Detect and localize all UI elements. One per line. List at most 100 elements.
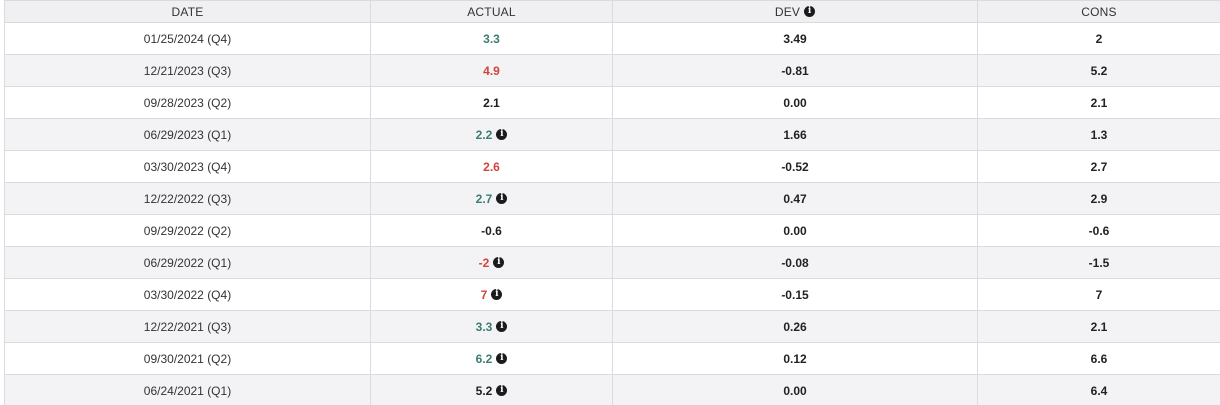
release-date: 06/29/2023 (Q1): [143, 127, 232, 142]
column-header-actual[interactable]: ACTUAL: [370, 0, 613, 23]
date-cell: 06/24/2021 (Q1): [4, 374, 371, 405]
info-icon[interactable]: i: [496, 385, 508, 397]
actual-value: 2.1: [483, 95, 500, 110]
date-cell: 09/29/2022 (Q2): [4, 214, 371, 247]
release-date: 12/22/2021 (Q3): [143, 319, 232, 334]
actual-value-wrap: 7i: [481, 288, 503, 302]
cons-cell: 2.1: [977, 310, 1220, 343]
table-row[interactable]: 12/22/2022 (Q3) 2.7 i 0.47 2.9: [4, 182, 1220, 215]
deviation-value: 0.12: [783, 351, 807, 366]
actual-value-wrap: 3.3 i: [476, 320, 508, 334]
date-cell: 12/22/2022 (Q3): [4, 182, 371, 215]
deviation-value: 0.00: [783, 383, 807, 398]
table-row[interactable]: 09/29/2022 (Q2) -0.6 0.00 -0.6: [4, 214, 1220, 247]
cons-cell: 7: [977, 278, 1220, 311]
actual-value-wrap: 2.1: [483, 96, 500, 110]
consensus-value: 1.3: [1090, 127, 1108, 142]
cons-cell: 2: [977, 22, 1220, 55]
table-header: DATE ACTUAL DEV i CONS: [4, 0, 1220, 23]
info-icon[interactable]: i: [804, 6, 816, 18]
table-row[interactable]: 12/22/2021 (Q3) 3.3 i 0.26 2.1: [4, 310, 1220, 343]
table-row[interactable]: 01/25/2024 (Q4) 3.3 3.49 2: [4, 22, 1220, 55]
table-row[interactable]: 03/30/2023 (Q4) 2.6 -0.52 2.7: [4, 150, 1220, 183]
actual-cell: 2.6: [370, 150, 613, 183]
actual-value-wrap: 6.2 i: [476, 352, 508, 366]
actual-cell: 2.2 i: [370, 118, 613, 151]
consensus-value: 2.1: [1090, 319, 1108, 334]
table-row[interactable]: 03/30/2022 (Q4) 7 i -0.15 7: [4, 278, 1220, 311]
cons-cell: -1.5: [977, 246, 1220, 279]
table-row[interactable]: 06/24/2021 (Q1) 5.2 i 0.00 6.4: [4, 374, 1220, 405]
dev-cell: -0.52: [612, 150, 978, 183]
actual-cell: 7i: [370, 278, 613, 311]
actual-value: 5.2: [475, 383, 493, 398]
dev-cell: 0.47: [612, 182, 978, 215]
actual-value: 2.2: [475, 127, 493, 142]
actual-cell: 2.1: [370, 86, 613, 119]
release-date: 01/25/2024 (Q4): [143, 31, 232, 46]
header-row: DATE ACTUAL DEV i CONS: [4, 0, 1220, 23]
info-icon[interactable]: i: [496, 321, 508, 333]
consensus-value: 5.2: [1090, 63, 1108, 78]
release-date: 12/21/2023 (Q3): [143, 63, 232, 78]
actual-value: 3.3: [483, 31, 500, 46]
dev-cell: -0.81: [612, 54, 978, 87]
date-cell: 09/28/2023 (Q2): [4, 86, 371, 119]
info-icon[interactable]: i: [493, 257, 505, 269]
actual-cell: 2.7 i: [370, 182, 613, 215]
date-cell: 09/30/2021 (Q2): [4, 342, 371, 375]
cons-cell: 6.4: [977, 374, 1220, 405]
actual-value-wrap: 2.7 i: [476, 192, 508, 206]
consensus-value: -0.6: [1088, 223, 1110, 238]
actual-value-wrap: 2.6: [483, 160, 500, 174]
consensus-value: 6.6: [1090, 351, 1108, 366]
economic-history-table: DATE ACTUAL DEV i CONS 01/25/2024 (Q4) 3.…: [4, 0, 1220, 405]
info-icon[interactable]: i: [496, 129, 508, 141]
actual-value: 6.2: [475, 351, 493, 366]
cons-cell: -0.6: [977, 214, 1220, 247]
table-row[interactable]: 12/21/2023 (Q3) 4.9 -0.81 5.2: [4, 54, 1220, 87]
consensus-value: -1.5: [1088, 255, 1110, 270]
actual-value: -2: [478, 255, 490, 270]
cons-cell: 2.9: [977, 182, 1220, 215]
column-header-date-label: DATE: [171, 4, 204, 19]
table-row[interactable]: 06/29/2023 (Q1) 2.2 i 1.66 1.3: [4, 118, 1220, 151]
dev-cell: -0.15: [612, 278, 978, 311]
cons-cell: 5.2: [977, 54, 1220, 87]
actual-cell: -0.6: [370, 214, 613, 247]
release-date: 06/29/2022 (Q1): [143, 255, 232, 270]
deviation-value: -0.81: [781, 63, 809, 78]
dev-cell: 0.00: [612, 214, 978, 247]
table-row[interactable]: 09/28/2023 (Q2) 2.1 0.00 2.1: [4, 86, 1220, 119]
cons-cell: 2.1: [977, 86, 1220, 119]
actual-value: 3.3: [475, 319, 493, 334]
release-date: 03/30/2023 (Q4): [143, 159, 232, 174]
dev-cell: 0.00: [612, 374, 978, 405]
column-header-cons[interactable]: CONS: [977, 0, 1220, 23]
table-row[interactable]: 06/29/2022 (Q1) -2 i -0.08 -1.5: [4, 246, 1220, 279]
table-row[interactable]: 09/30/2021 (Q2) 6.2 i 0.12 6.6: [4, 342, 1220, 375]
actual-cell: -2 i: [370, 246, 613, 279]
info-icon[interactable]: i: [491, 289, 503, 301]
release-date: 09/28/2023 (Q2): [143, 95, 232, 110]
info-icon[interactable]: i: [496, 193, 508, 205]
info-icon[interactable]: i: [496, 353, 508, 365]
actual-cell: 4.9: [370, 54, 613, 87]
actual-cell: 3.3 i: [370, 310, 613, 343]
table-body: 01/25/2024 (Q4) 3.3 3.49 2 12/21/2023 (Q3) 4.…: [4, 22, 1220, 405]
actual-value: 7: [480, 287, 488, 302]
release-date: 03/30/2022 (Q4): [143, 287, 232, 302]
release-date: 09/30/2021 (Q2): [143, 351, 232, 366]
deviation-value: -0.15: [781, 287, 809, 302]
column-header-date[interactable]: DATE: [4, 0, 371, 23]
actual-cell: 5.2 i: [370, 374, 613, 405]
date-cell: 06/29/2023 (Q1): [4, 118, 371, 151]
dev-cell: 1.66: [612, 118, 978, 151]
column-header-dev[interactable]: DEV i: [612, 0, 978, 23]
dev-cell: 0.12: [612, 342, 978, 375]
dev-cell: 3.49: [612, 22, 978, 55]
column-header-dev-label: DEV: [774, 4, 801, 19]
actual-cell: 6.2 i: [370, 342, 613, 375]
date-cell: 12/21/2023 (Q3): [4, 54, 371, 87]
economic-history-table-container: DATE ACTUAL DEV i CONS 01/25/2024 (Q4) 3.…: [0, 0, 1220, 405]
